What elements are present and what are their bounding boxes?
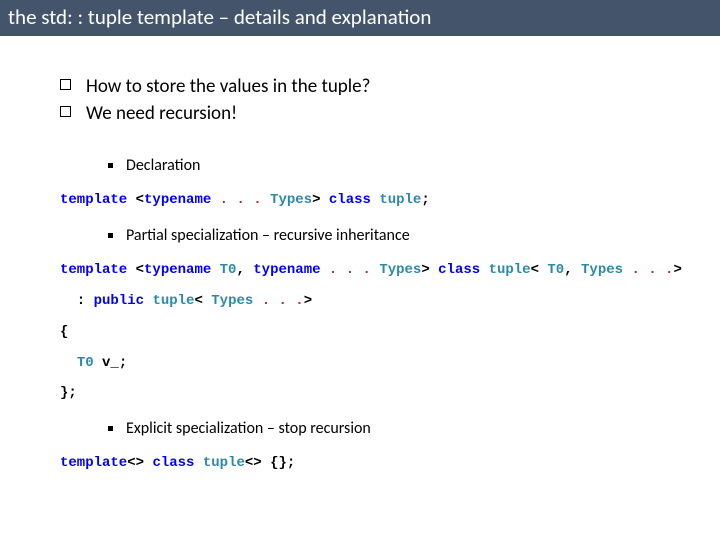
question-item: We need recursion! bbox=[60, 102, 680, 127]
question-text: How to store the values in the tuple? bbox=[86, 75, 370, 98]
square-bullet-icon bbox=[108, 163, 113, 168]
slide-title: the std: : tuple template – details and … bbox=[0, 0, 720, 39]
code-partial-line1: template <typename T0, typename . . . Ty… bbox=[60, 255, 680, 286]
code-partial-rbrace: }; bbox=[60, 378, 680, 409]
code-partial-member: T0 v_; bbox=[60, 348, 680, 379]
subheading-partial: Partial specialization – recursive inher… bbox=[86, 226, 680, 245]
slide-content: How to store the values in the tuple? We… bbox=[0, 39, 720, 489]
subheading-declaration: Declaration bbox=[86, 156, 680, 175]
checkbox-icon bbox=[60, 79, 71, 90]
subheading-text: Explicit specialization – stop recursion bbox=[126, 419, 371, 438]
checkbox-icon bbox=[60, 106, 71, 117]
question-text: We need recursion! bbox=[86, 102, 237, 125]
subheading-text: Partial specialization – recursive inher… bbox=[126, 226, 410, 245]
square-bullet-icon bbox=[108, 233, 113, 238]
question-item: How to store the values in the tuple? bbox=[60, 75, 680, 100]
slide: the std: : tuple template – details and … bbox=[0, 0, 720, 540]
question-list: How to store the values in the tuple? We… bbox=[60, 75, 680, 126]
code-declaration: template <typename . . . Types> class tu… bbox=[60, 185, 680, 216]
code-explicit: template<> class tuple<> {}; bbox=[60, 448, 680, 479]
subheading-explicit: Explicit specialization – stop recursion bbox=[86, 419, 680, 438]
square-bullet-icon bbox=[108, 426, 113, 431]
code-partial-lbrace: { bbox=[60, 317, 680, 348]
code-partial-line2: : public tuple< Types . . .> bbox=[60, 286, 680, 317]
subheading-text: Declaration bbox=[126, 156, 200, 175]
